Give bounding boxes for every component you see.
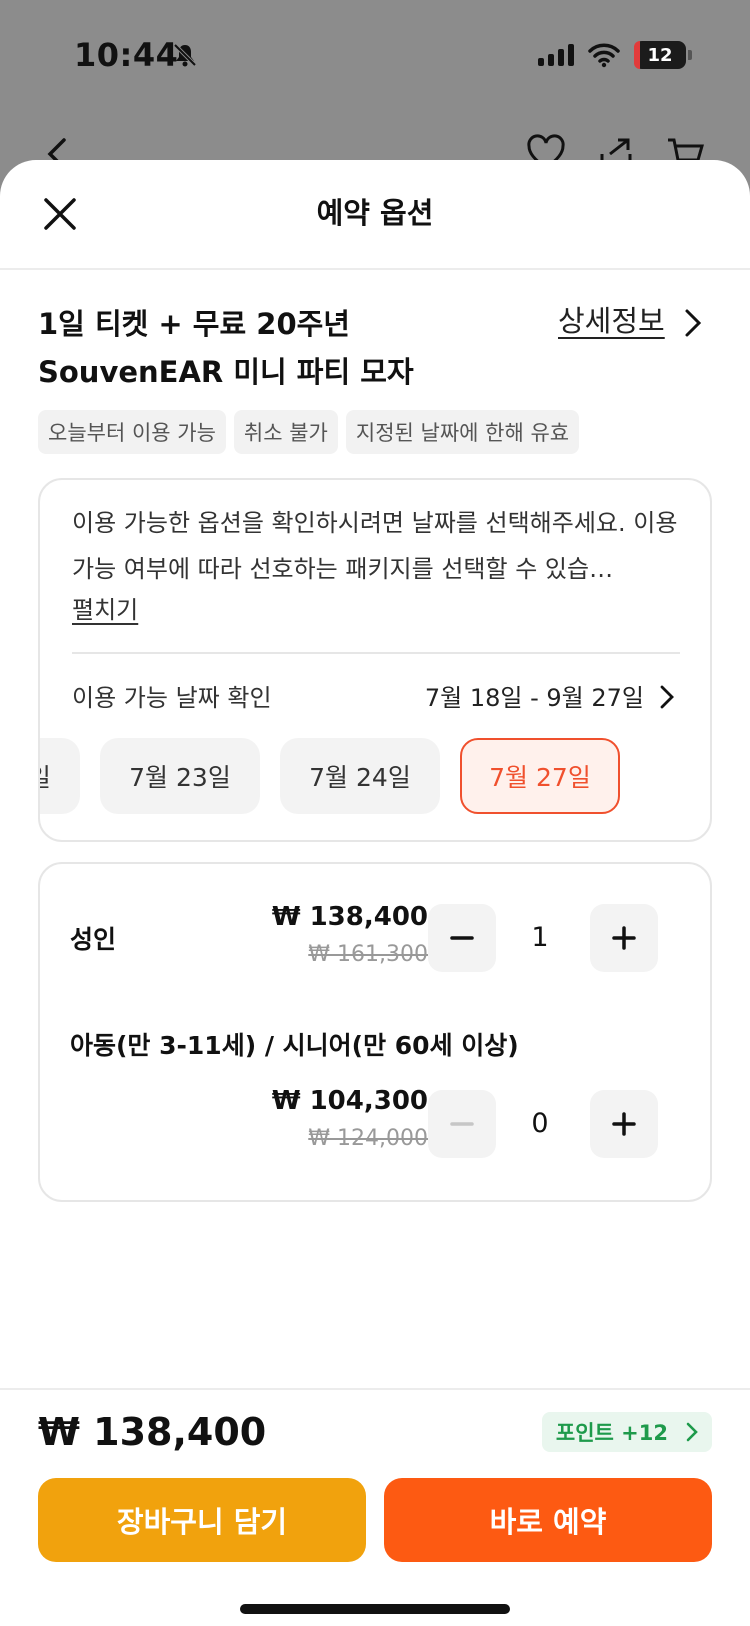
add-to-cart-button[interactable]: 장바구니 담기 — [38, 1478, 366, 1562]
date-chip[interactable]: 7월 24일 — [280, 738, 440, 814]
availability-range[interactable]: 7월 18일 - 9월 27일 — [425, 678, 644, 713]
expand-link[interactable]: 펼치기 — [72, 590, 138, 625]
product-tags: 오늘부터 이용 가능 취소 불가 지정된 날짜에 한해 유효 — [38, 410, 580, 454]
decrease-child-button[interactable] — [428, 1090, 496, 1158]
status-time: 10:44 — [74, 36, 179, 74]
bell-slash-icon — [173, 43, 197, 67]
decrease-adult-button[interactable] — [428, 904, 496, 972]
availability-card: 이용 가능한 옵션을 확인하시려면 날짜를 선택해주세요. 이용 가능 여부에 … — [38, 478, 712, 842]
tag: 지정된 날짜에 한해 유효 — [345, 410, 580, 454]
increase-adult-button[interactable] — [590, 904, 658, 972]
battery-icon: 12 — [634, 41, 692, 69]
status-bar: 10:44 12 — [0, 0, 750, 110]
plus-icon — [612, 926, 636, 950]
availability-description: 이용 가능한 옵션을 확인하시려면 날짜를 선택해주세요. 이용 가능 여부에 … — [72, 509, 678, 583]
plus-icon — [612, 1112, 636, 1136]
book-now-button[interactable]: 바로 예약 — [384, 1478, 712, 1562]
increase-child-button[interactable] — [590, 1090, 658, 1158]
date-chip[interactable]: 7월 22일 — [40, 738, 80, 814]
date-selector: 7월 22일 7월 23일 7월 24일 7월 27일 — [40, 738, 620, 814]
chevron-right-icon[interactable] — [682, 308, 704, 338]
wifi-icon — [588, 43, 620, 68]
sheet-header: 예약 옵션 — [0, 160, 750, 270]
booking-options-sheet: 예약 옵션 1일 티켓 + 무료 20주년 SouvenEAR 미니 파티 모자… — [0, 160, 750, 1626]
ticket-original-price: ₩ 161,300 — [308, 942, 428, 967]
ticket-original-price: ₩ 124,000 — [308, 1126, 428, 1151]
chevron-right-icon — [686, 1422, 698, 1442]
date-chip[interactable]: 7월 23일 — [100, 738, 260, 814]
points-badge[interactable]: 포인트 +12 — [541, 1412, 712, 1452]
detail-info-link[interactable]: 상세정보 — [558, 298, 665, 340]
minus-icon — [450, 1122, 474, 1126]
ticket-label-adult: 성인 — [70, 925, 117, 954]
battery-level: 12 — [647, 44, 673, 66]
tag: 오늘부터 이용 가능 — [38, 410, 226, 454]
adult-quantity: 1 — [531, 922, 549, 953]
ticket-price: ₩ 138,400 — [271, 902, 428, 932]
sheet-title: 예약 옵션 — [316, 196, 434, 230]
chevron-right-icon[interactable] — [658, 684, 676, 710]
child-quantity: 0 — [531, 1108, 549, 1139]
ticket-price: ₩ 104,300 — [271, 1086, 428, 1116]
checkout-bar: ₩ 138,400 포인트 +12 장바구니 담기 바로 예약 — [0, 1388, 750, 1626]
product-name: 1일 티켓 + 무료 20주년 SouvenEAR 미니 파티 모자 — [38, 307, 414, 389]
date-chip-selected[interactable]: 7월 27일 — [460, 738, 620, 814]
total-price: ₩ 138,400 — [38, 1410, 267, 1454]
minus-icon — [450, 936, 474, 940]
signal-icon — [538, 44, 574, 66]
ticket-label-child-senior: 아동(만 3-11세) / 시니어(만 60세 이상) — [70, 1031, 519, 1060]
home-indicator — [240, 1604, 510, 1614]
tag: 취소 불가 — [233, 410, 338, 454]
ticket-quantity-card: 성인 ₩ 138,400 ₩ 161,300 1 아동(만 3-11세) / 시… — [38, 862, 712, 1202]
availability-check-label[interactable]: 이용 가능 날짜 확인 — [72, 678, 272, 713]
points-label: 포인트 +12 — [555, 1421, 668, 1445]
divider — [72, 652, 680, 654]
